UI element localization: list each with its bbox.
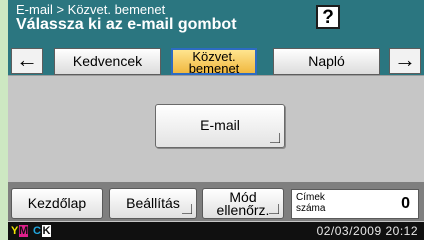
tab-direct-entry-line2: bemenet: [188, 61, 240, 76]
address-count-label-line2: száma: [296, 203, 326, 214]
arrow-right-icon: →: [394, 47, 416, 72]
address-count-label-line1: Címek: [296, 192, 325, 203]
tab-bar: ← Kedvencek Közvet. bemenet Napló →: [8, 48, 424, 75]
arrow-left-icon: ←: [16, 47, 38, 72]
tab-direct-entry[interactable]: Közvet. bemenet: [171, 48, 257, 75]
email-button[interactable]: E-mail: [155, 104, 285, 148]
datetime: 02/03/2009 20:12: [316, 224, 418, 238]
prev-arrow-button[interactable]: ←: [11, 48, 43, 74]
home-button[interactable]: Kezdőlap: [11, 188, 103, 219]
settings-button[interactable]: Beállítás: [109, 188, 197, 219]
address-count-label: Címek száma: [296, 192, 325, 214]
header: E-mail > Közvet. bemenet Válassza ki az …: [8, 0, 424, 48]
page-title: Válassza ki az e-mail gombot: [16, 16, 237, 33]
address-count-value: 0: [401, 195, 410, 212]
toner-black-indicator: K: [42, 225, 51, 237]
check-mode-button[interactable]: Mód ellenőrz.: [202, 188, 284, 219]
bottom-bar: Kezdőlap Beállítás Mód ellenőrz. Címek s…: [8, 182, 424, 221]
email-button-label: E-mail: [200, 117, 240, 133]
tab-log[interactable]: Napló: [273, 48, 380, 75]
content-area: E-mail: [8, 75, 424, 183]
check-mode-line2: ellenőrz.: [216, 202, 270, 218]
status-bar: Y M C K 02/03/2009 20:12: [8, 222, 424, 240]
address-count-display: Címek száma 0: [291, 189, 419, 219]
next-arrow-button[interactable]: →: [389, 48, 421, 74]
main-panel: E-mail > Közvet. bemenet Válassza ki az …: [8, 0, 424, 240]
breadcrumb: E-mail > Közvet. bemenet: [16, 2, 166, 17]
corner-triangle-icon: [270, 133, 280, 143]
tab-favorites[interactable]: Kedvencek: [54, 48, 161, 75]
corner-triangle-icon: [269, 204, 279, 214]
toner-yellow-indicator: Y: [11, 225, 19, 237]
corner-triangle-icon: [182, 204, 192, 214]
device-screen: E-mail > Közvet. bemenet Válassza ki az …: [0, 0, 424, 240]
toner-magenta-indicator: M: [19, 225, 29, 237]
settings-button-label: Beállítás: [126, 195, 180, 211]
help-button[interactable]: ?: [316, 5, 340, 29]
toner-cyan-indicator: C: [33, 225, 41, 237]
